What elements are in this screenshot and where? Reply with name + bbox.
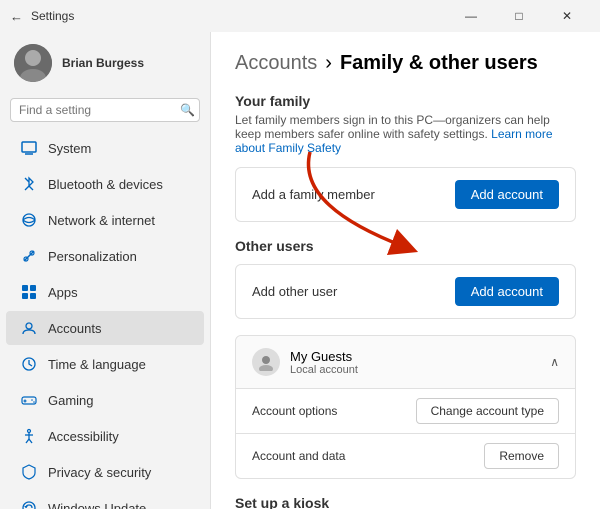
sidebar-item-time[interactable]: Time & language	[6, 347, 204, 381]
main-wrapper: Accounts › Family & other users Your fam…	[210, 32, 600, 509]
sidebar-item-personalization[interactable]: Personalization	[6, 239, 204, 273]
family-card-row: Add a family member Add account	[236, 168, 575, 221]
sidebar-label-network: Network & internet	[48, 213, 155, 228]
remove-button[interactable]: Remove	[484, 443, 559, 469]
family-card: Add a family member Add account	[235, 167, 576, 222]
sidebar-label-accounts: Accounts	[48, 321, 101, 336]
sidebar-label-bluetooth: Bluetooth & devices	[48, 177, 163, 192]
update-icon	[20, 499, 38, 509]
page-header: Accounts › Family & other users	[235, 52, 576, 75]
sidebar-item-privacy[interactable]: Privacy & security	[6, 455, 204, 489]
avatar	[14, 44, 52, 82]
gaming-icon	[20, 391, 38, 409]
change-account-type-button[interactable]: Change account type	[416, 398, 559, 424]
app-title: Settings	[31, 9, 74, 23]
sidebar: Brian Burgess 🔍 System Bluetooth & devic…	[0, 32, 210, 509]
family-section: Your family Let family members sign in t…	[235, 93, 576, 222]
title-bar-controls: — □ ✕	[448, 2, 590, 30]
search-box[interactable]: 🔍	[10, 98, 200, 122]
other-users-title: Other users	[235, 238, 576, 254]
add-user-label: Add other user	[252, 284, 337, 299]
add-family-button[interactable]: Add account	[455, 180, 559, 209]
system-icon	[20, 139, 38, 157]
title-bar: ← Settings — □ ✕	[0, 0, 600, 32]
user-section: Brian Burgess	[0, 32, 210, 94]
other-users-card: Add other user Add account	[235, 264, 576, 319]
user-name: Brian Burgess	[62, 56, 144, 70]
privacy-icon	[20, 463, 38, 481]
sidebar-label-apps: Apps	[48, 285, 78, 300]
user-entry-myguests: My Guests Local account ∧ Account option…	[235, 335, 576, 479]
sidebar-item-gaming[interactable]: Gaming	[6, 383, 204, 417]
sidebar-label-update: Windows Update	[48, 501, 146, 509]
guest-type: Local account	[290, 364, 358, 376]
other-users-section: Other users Add other user Add account	[235, 238, 576, 479]
add-user-row: Add other user Add account	[236, 265, 575, 318]
sidebar-item-network[interactable]: Network & internet	[6, 203, 204, 237]
minimize-button[interactable]: —	[448, 2, 494, 30]
apps-icon	[20, 283, 38, 301]
guest-name: My Guests	[290, 349, 358, 364]
sidebar-label-privacy: Privacy & security	[48, 465, 151, 480]
sidebar-item-accessibility[interactable]: Accessibility	[6, 419, 204, 453]
sidebar-item-apps[interactable]: Apps	[6, 275, 204, 309]
personalization-icon	[20, 247, 38, 265]
family-row-label: Add a family member	[252, 187, 375, 202]
page-title: Family & other users	[340, 52, 538, 75]
back-icon[interactable]: ←	[10, 9, 23, 24]
add-user-button[interactable]: Add account	[455, 277, 559, 306]
time-icon	[20, 355, 38, 373]
search-icon: 🔍	[180, 103, 195, 117]
app-body: Brian Burgess 🔍 System Bluetooth & devic…	[0, 32, 600, 509]
user-details: My Guests Local account	[290, 349, 358, 376]
network-icon	[20, 211, 38, 229]
sidebar-label-gaming: Gaming	[48, 393, 94, 408]
sidebar-label-accessibility: Accessibility	[48, 429, 119, 444]
maximize-button[interactable]: □	[496, 2, 542, 30]
accounts-icon	[20, 319, 38, 337]
kiosk-title: Set up a kiosk	[235, 495, 576, 509]
account-options-label: Account options	[252, 404, 337, 418]
family-title: Your family	[235, 93, 576, 109]
kiosk-section: Set up a kiosk Kiosk Turn this d	[235, 495, 576, 509]
accessibility-icon	[20, 427, 38, 445]
family-desc: Let family members sign in to this PC—or…	[235, 113, 576, 155]
sidebar-item-accounts[interactable]: Accounts	[6, 311, 204, 345]
sidebar-item-system[interactable]: System	[6, 131, 204, 165]
close-button[interactable]: ✕	[544, 2, 590, 30]
account-options-row: Account options Change account type	[236, 388, 575, 433]
sidebar-item-bluetooth[interactable]: Bluetooth & devices	[6, 167, 204, 201]
user-info: My Guests Local account	[252, 348, 358, 376]
chevron-up-icon[interactable]: ∧	[550, 355, 559, 369]
account-data-row: Account and data Remove	[236, 433, 575, 478]
sidebar-label-system: System	[48, 141, 91, 156]
sidebar-item-update[interactable]: Windows Update	[6, 491, 204, 509]
sidebar-label-time: Time & language	[48, 357, 146, 372]
user-avatar-small	[252, 348, 280, 376]
user-header-myguests[interactable]: My Guests Local account ∧	[236, 336, 575, 388]
breadcrumb: Accounts	[235, 52, 317, 75]
bluetooth-icon	[20, 175, 38, 193]
sidebar-label-personalization: Personalization	[48, 249, 137, 264]
account-data-label: Account and data	[252, 449, 345, 463]
search-input[interactable]	[19, 103, 174, 117]
main-content: Accounts › Family & other users Your fam…	[210, 32, 600, 509]
breadcrumb-separator: ›	[325, 52, 332, 75]
title-bar-left: ← Settings	[10, 9, 74, 24]
